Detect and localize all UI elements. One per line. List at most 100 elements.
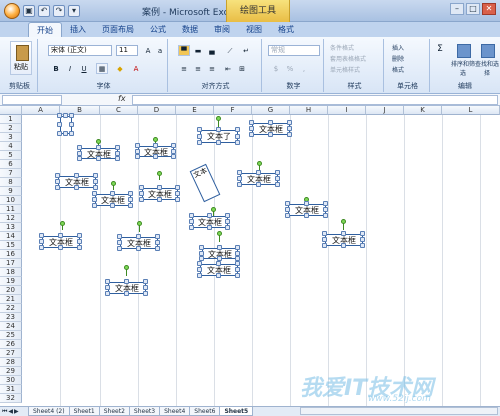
sheet-tab[interactable]: Sheet4 (2) (28, 407, 70, 416)
resize-handle[interactable] (360, 243, 365, 248)
resize-handle[interactable] (135, 154, 140, 159)
font-color-icon[interactable]: A (130, 63, 142, 74)
resize-handle[interactable] (235, 127, 240, 132)
row-header[interactable]: 25 (0, 331, 22, 340)
tab-formulas[interactable]: 公式 (142, 22, 174, 37)
column-header[interactable]: I (328, 106, 366, 115)
worksheet-grid[interactable]: A B C D E F G H I J K L 1 2 3 4 5 6 7 8 … (0, 106, 500, 406)
resize-handle[interactable] (175, 185, 180, 190)
resize-handle[interactable] (55, 179, 60, 184)
resize-handle[interactable] (139, 191, 144, 196)
merge-center-icon[interactable]: ⊞ (236, 63, 248, 74)
currency-icon[interactable]: $ (270, 63, 282, 74)
resize-handle[interactable] (117, 246, 122, 251)
resize-handle[interactable] (92, 197, 97, 202)
resize-handle[interactable] (275, 176, 280, 181)
undo-icon[interactable]: ↶ (38, 5, 50, 17)
row-header[interactable]: 29 (0, 367, 22, 376)
tab-format[interactable]: 格式 (270, 22, 302, 37)
resize-handle[interactable] (235, 250, 240, 256)
grow-font-icon[interactable]: A (142, 45, 154, 56)
row-header[interactable]: 32 (0, 394, 22, 403)
resize-handle[interactable] (256, 170, 261, 175)
resize-handle[interactable] (237, 182, 242, 187)
next-sheet-icon[interactable]: ▶ (14, 408, 19, 416)
column-header[interactable]: G (252, 106, 290, 115)
resize-handle[interactable] (216, 140, 221, 145)
resize-handle[interactable] (69, 131, 74, 136)
resize-handle[interactable] (249, 126, 254, 131)
align-center-icon[interactable]: ≡ (192, 63, 204, 74)
align-right-icon[interactable]: ≡ (206, 63, 218, 74)
resize-handle[interactable] (225, 225, 230, 230)
row-header[interactable]: 12 (0, 214, 22, 223)
select-all-corner[interactable] (0, 106, 22, 115)
resize-handle[interactable] (360, 237, 365, 242)
row-header[interactable]: 26 (0, 340, 22, 349)
resize-handle[interactable] (323, 207, 328, 212)
resize-handle[interactable] (197, 133, 202, 139)
resize-handle[interactable] (139, 197, 144, 202)
resize-handle[interactable] (249, 132, 254, 137)
maximize-button[interactable]: □ (466, 3, 480, 15)
resize-handle[interactable] (74, 185, 79, 190)
resize-handle[interactable] (155, 246, 160, 251)
row-header[interactable]: 11 (0, 205, 22, 214)
first-sheet-icon[interactable]: ⏮ (2, 408, 7, 416)
resize-handle[interactable] (92, 191, 97, 196)
shrink-font-icon[interactable]: a (154, 45, 166, 56)
resize-handle[interactable] (77, 245, 82, 250)
resize-handle[interactable] (105, 279, 110, 284)
row-header[interactable]: 28 (0, 358, 22, 367)
resize-handle[interactable] (256, 182, 261, 187)
resize-handle[interactable] (235, 261, 240, 266)
decrease-indent-icon[interactable]: ⇤ (222, 63, 234, 74)
resize-handle[interactable] (77, 150, 82, 156)
resize-handle[interactable] (304, 213, 309, 218)
resize-handle[interactable] (285, 213, 290, 218)
resize-handle[interactable] (341, 243, 346, 248)
resize-handle[interactable] (117, 234, 122, 239)
resize-handle[interactable] (155, 234, 160, 239)
resize-handle[interactable] (323, 213, 328, 218)
row-header[interactable]: 6 (0, 160, 22, 169)
row-header[interactable]: 18 (0, 268, 22, 277)
resize-handle[interactable] (207, 225, 212, 230)
redo-icon[interactable]: ↷ (53, 5, 65, 17)
percent-button[interactable]: % (284, 63, 296, 74)
column-header[interactable]: L (442, 106, 500, 115)
resize-handle[interactable] (39, 245, 44, 250)
find-select-button[interactable]: 查找和选择 (474, 41, 500, 77)
row-header[interactable]: 9 (0, 187, 22, 196)
close-button[interactable]: ✕ (482, 3, 496, 15)
column-header[interactable]: J (366, 106, 404, 115)
tab-home[interactable]: 开始 (28, 22, 62, 37)
resize-handle[interactable] (77, 233, 82, 238)
resize-handle[interactable] (143, 285, 148, 290)
resize-handle[interactable] (96, 156, 101, 161)
resize-handle[interactable] (143, 291, 148, 296)
row-header[interactable]: 5 (0, 151, 22, 160)
resize-handle[interactable] (175, 191, 180, 196)
column-header[interactable]: E (176, 106, 214, 115)
row-header[interactable]: 30 (0, 376, 22, 385)
resize-handle[interactable] (153, 143, 158, 148)
resize-handle[interactable] (199, 245, 204, 250)
column-header[interactable]: D (138, 106, 176, 115)
resize-handle[interactable] (115, 145, 120, 150)
row-header[interactable]: 3 (0, 133, 22, 142)
resize-handle[interactable] (63, 113, 68, 118)
resize-handle[interactable] (171, 154, 176, 159)
align-left-icon[interactable]: ≡ (178, 63, 190, 74)
resize-handle[interactable] (157, 197, 162, 202)
column-header[interactable]: C (100, 106, 138, 115)
resize-handle[interactable] (74, 173, 79, 178)
row-header[interactable]: 21 (0, 295, 22, 304)
resize-handle[interactable] (237, 170, 242, 175)
resize-handle[interactable] (117, 240, 122, 245)
row-header[interactable]: 8 (0, 178, 22, 187)
number-format-field[interactable]: 常规 (268, 45, 320, 56)
resize-handle[interactable] (39, 239, 44, 244)
resize-handle[interactable] (69, 122, 74, 127)
resize-handle[interactable] (77, 239, 82, 244)
